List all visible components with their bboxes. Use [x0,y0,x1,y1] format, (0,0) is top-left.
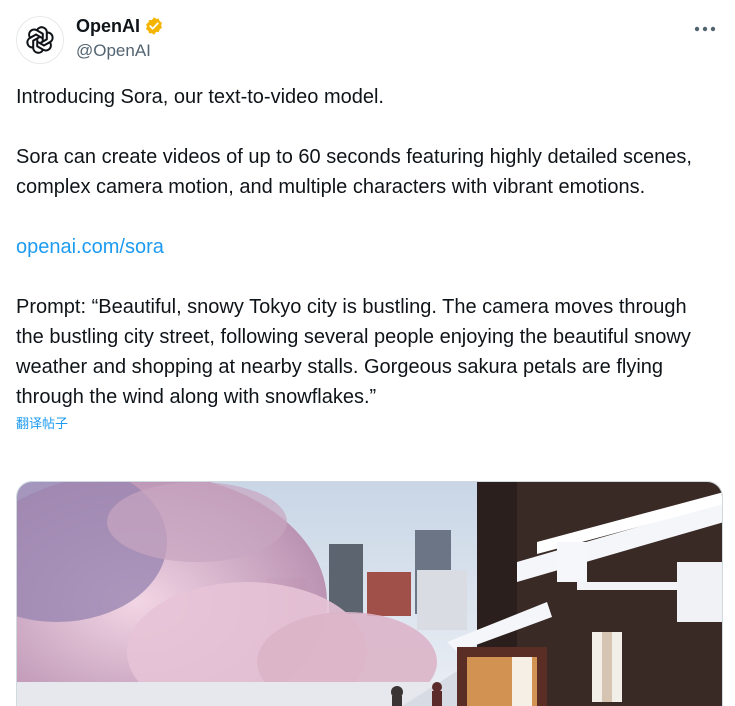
more-options-icon [694,26,716,32]
avatar[interactable] [16,16,64,64]
verified-badge-icon[interactable] [144,16,164,36]
author-names: OpenAI @OpenAI [76,14,164,61]
tweet-prompt: Prompt: “Beautiful, snowy Tokyo city is … [16,296,691,408]
author-display-name[interactable]: OpenAI [76,16,140,37]
openai-logo-icon [26,26,54,54]
more-options-button[interactable] [691,18,719,40]
snowy-tokyo-scene [17,482,722,706]
tweet-header: OpenAI @OpenAI [16,12,719,68]
tweet-text: Introducing Sora, our text-to-video mode… [16,82,719,433]
tweet-intro: Introducing Sora, our text-to-video mode… [16,86,384,108]
author-handle[interactable]: @OpenAI [76,41,164,61]
translate-post-link[interactable]: 翻译帖子 [16,415,719,433]
tweet-description: Sora can create videos of up to 60 secon… [16,146,692,198]
sora-link[interactable]: openai.com/sora [16,236,164,258]
video-thumbnail[interactable] [16,481,723,706]
